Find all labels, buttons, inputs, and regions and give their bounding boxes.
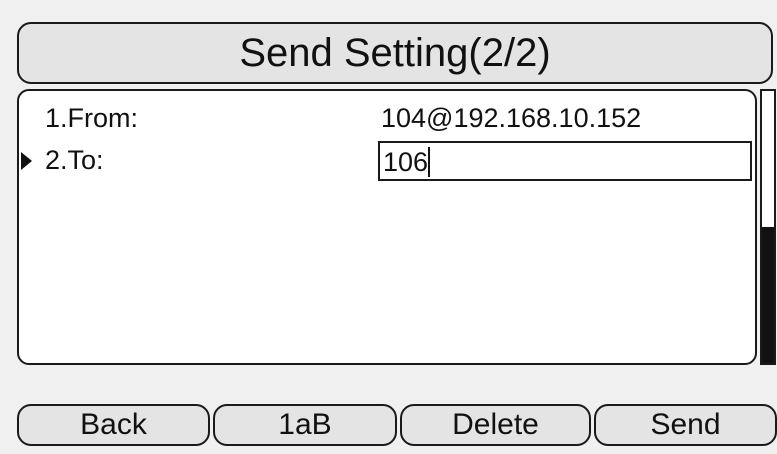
delete-button[interactable]: Delete	[400, 404, 591, 446]
to-label: 2.To:	[45, 145, 104, 175]
softkey-bar: Back 1aB Delete Send	[17, 404, 777, 446]
delete-button-label: Delete	[452, 408, 539, 441]
phone-screen: Send Setting(2/2) 1.From: 104@192.168.10…	[0, 0, 777, 454]
page-title: Send Setting(2/2)	[239, 30, 551, 75]
to-input-field[interactable]: 106	[378, 141, 752, 181]
input-mode-button[interactable]: 1aB	[213, 404, 397, 446]
scrollbar[interactable]	[760, 89, 776, 365]
title-bar: Send Setting(2/2)	[17, 22, 773, 84]
back-button-label: Back	[80, 408, 147, 441]
scrollbar-thumb[interactable]	[762, 227, 774, 363]
send-button-label: Send	[650, 408, 721, 441]
input-mode-button-label: 1aB	[278, 408, 332, 441]
back-button[interactable]: Back	[17, 404, 210, 446]
text-caret	[428, 147, 431, 177]
selection-arrow-icon	[21, 152, 32, 170]
from-value: 104@192.168.10.152	[381, 103, 642, 133]
list-item-from[interactable]: 1.From: 104@192.168.10.152	[19, 99, 755, 139]
to-input-value: 106	[383, 146, 429, 177]
send-button[interactable]: Send	[594, 404, 777, 446]
from-label: 1.From:	[45, 103, 139, 133]
settings-list: 1.From: 104@192.168.10.152 2.To: 106	[17, 89, 757, 365]
list-item-to[interactable]: 2.To: 106	[19, 141, 755, 181]
